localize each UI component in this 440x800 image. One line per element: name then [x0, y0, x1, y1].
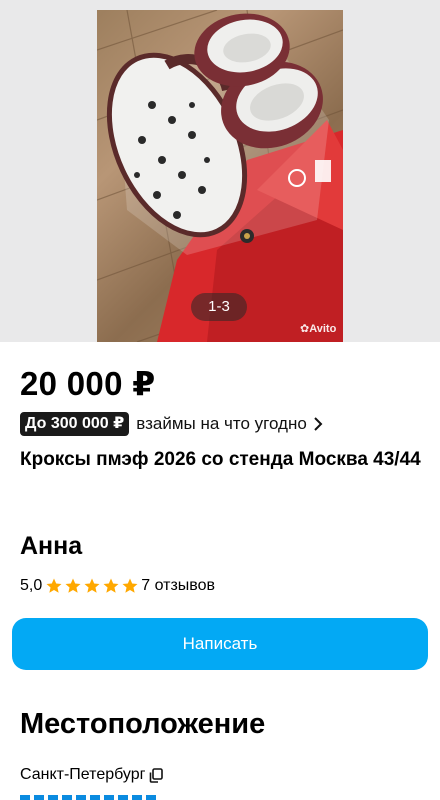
star-icon: [122, 578, 138, 593]
photo-gallery[interactable]: 1-3 ✿Avito: [0, 0, 440, 342]
seller-rating[interactable]: 5,0 7 отзывов: [20, 576, 215, 596]
chevron-right-icon: [314, 417, 323, 431]
location-city: Санкт-Петербург: [20, 764, 164, 786]
map-link[interactable]: [20, 795, 160, 800]
copy-icon[interactable]: [149, 767, 164, 783]
star-icon: [84, 578, 100, 593]
rating-value: 5,0: [20, 577, 43, 594]
photo-counter: 1-3: [191, 293, 247, 321]
price: 20 000 ₽: [20, 365, 156, 402]
listing-title: Кроксы пмэф 2026 со стенда Москва 43/44: [20, 449, 421, 470]
star-icon: [46, 578, 62, 593]
loan-offer-link[interactable]: До 300 000 ₽ взаймы на что угодно: [20, 412, 323, 436]
rating-stars: [45, 577, 140, 595]
write-message-button[interactable]: Написать: [12, 618, 428, 670]
star-icon: [65, 578, 81, 593]
city-name: Санкт-Петербург: [20, 766, 146, 783]
reviews-count: 7 отзывов: [141, 577, 216, 594]
location-heading: Местоположение: [20, 708, 266, 740]
avito-watermark: ✿Avito: [300, 323, 337, 335]
loan-offer-text: взаймы на что угодно: [136, 414, 307, 433]
seller-name[interactable]: Анна: [20, 532, 82, 561]
star-icon: [103, 578, 119, 593]
loan-amount-badge: До 300 000 ₽: [20, 412, 130, 436]
